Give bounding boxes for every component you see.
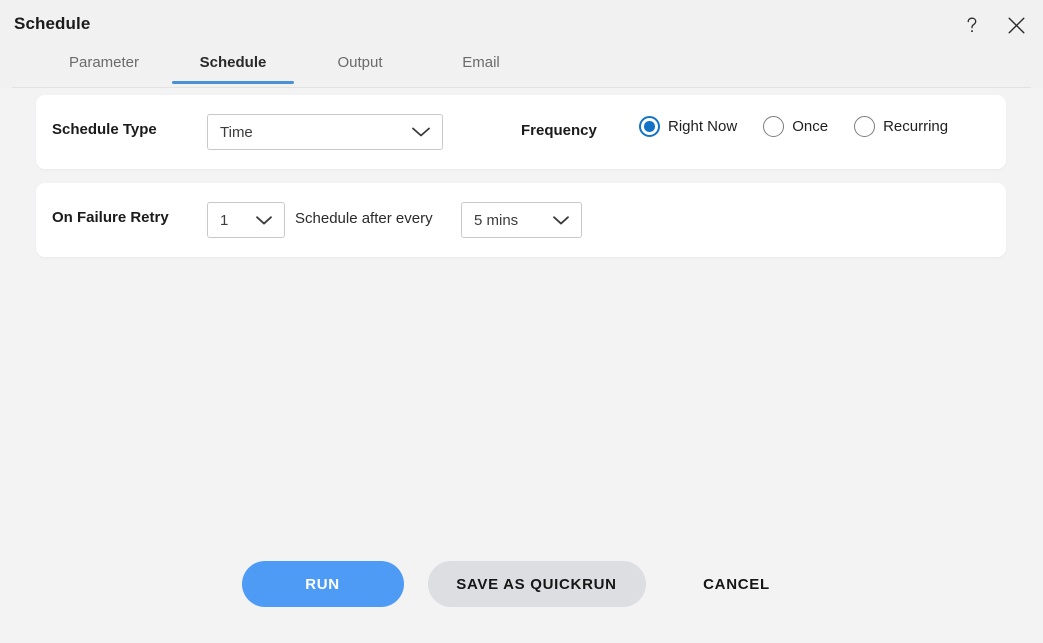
schedule-after-every-label: Schedule after every bbox=[295, 210, 433, 227]
tab-label: Schedule bbox=[199, 54, 267, 71]
schedule-type-select[interactable]: Time bbox=[207, 114, 443, 150]
radio-mark-selected-icon bbox=[639, 116, 660, 137]
titlebar-actions bbox=[953, 6, 1035, 44]
tab-label: Parameter bbox=[68, 54, 140, 71]
retry-count-value: 1 bbox=[220, 211, 229, 229]
radio-mark-icon bbox=[763, 116, 785, 137]
tab-label: Output bbox=[337, 54, 383, 71]
tab-active-underline bbox=[172, 81, 294, 84]
chevron-down-icon bbox=[551, 214, 571, 227]
frequency-radio-group: Right Now Once Recurring bbox=[639, 116, 948, 137]
tab-parameter[interactable]: Parameter bbox=[36, 50, 172, 71]
frequency-label: Frequency bbox=[521, 122, 597, 139]
schedule-type-value: Time bbox=[220, 123, 253, 141]
radio-mark-icon bbox=[854, 116, 876, 137]
schedule-type-card: Schedule Type Time Frequency Right Now O… bbox=[36, 95, 1006, 169]
cancel-button-label: CANCEL bbox=[703, 575, 770, 593]
cancel-button[interactable]: CANCEL bbox=[672, 561, 802, 607]
retry-count-select[interactable]: 1 bbox=[207, 202, 285, 238]
retry-interval-select[interactable]: 5 mins bbox=[461, 202, 582, 238]
window-title: Schedule bbox=[14, 14, 91, 33]
radio-recurring[interactable]: Recurring bbox=[854, 116, 948, 137]
dialog-footer: RUN SAVE AS QUICKRUN CANCEL bbox=[0, 554, 1043, 614]
help-button[interactable] bbox=[953, 6, 991, 44]
tab-output[interactable]: Output bbox=[294, 50, 426, 71]
tab-content-schedule: Schedule Type Time Frequency Right Now O… bbox=[0, 89, 1043, 643]
schedule-type-label: Schedule Type bbox=[52, 121, 157, 138]
chevron-down-icon bbox=[410, 125, 432, 139]
save-as-quickrun-button[interactable]: SAVE AS QUICKRUN bbox=[427, 561, 646, 607]
tab-bar: Parameter Schedule Output Email bbox=[0, 50, 1043, 88]
radio-once[interactable]: Once bbox=[763, 116, 828, 137]
run-button[interactable]: RUN bbox=[241, 561, 404, 607]
window-titlebar: Schedule bbox=[0, 0, 1043, 50]
radio-right-now[interactable]: Right Now bbox=[639, 116, 737, 137]
question-mark-icon bbox=[964, 16, 980, 34]
radio-label: Once bbox=[792, 118, 829, 135]
run-button-label: RUN bbox=[305, 575, 340, 593]
tab-label: Email bbox=[462, 54, 500, 71]
on-failure-retry-card: On Failure Retry 1 Schedule after every … bbox=[36, 183, 1006, 257]
close-icon bbox=[1007, 16, 1026, 35]
tab-divider bbox=[12, 87, 1031, 88]
tab-list: Parameter Schedule Output Email bbox=[36, 50, 536, 88]
chevron-down-icon bbox=[254, 214, 274, 227]
tab-schedule[interactable]: Schedule bbox=[172, 50, 294, 84]
on-failure-retry-label: On Failure Retry bbox=[52, 209, 169, 226]
tab-email[interactable]: Email bbox=[426, 50, 536, 71]
save-as-quickrun-label: SAVE AS QUICKRUN bbox=[456, 575, 617, 593]
retry-interval-value: 5 mins bbox=[474, 211, 519, 229]
close-button[interactable] bbox=[997, 6, 1035, 44]
radio-label: Right Now bbox=[668, 118, 738, 135]
radio-label: Recurring bbox=[883, 118, 949, 135]
